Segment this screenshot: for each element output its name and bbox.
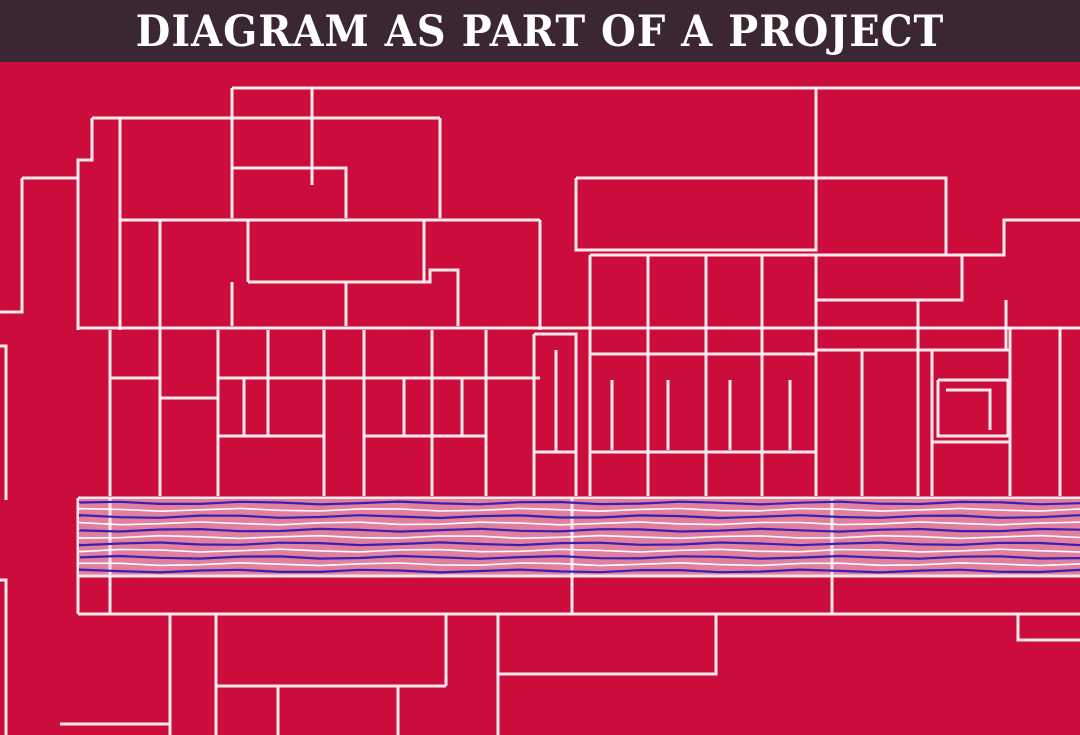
page-title: DIAGRAM AS PART OF A PROJECT [135, 5, 945, 57]
header-bar: DIAGRAM AS PART OF A PROJECT [0, 0, 1080, 62]
diagram-svg [0, 62, 1080, 735]
diagram-illustration [0, 62, 1080, 735]
